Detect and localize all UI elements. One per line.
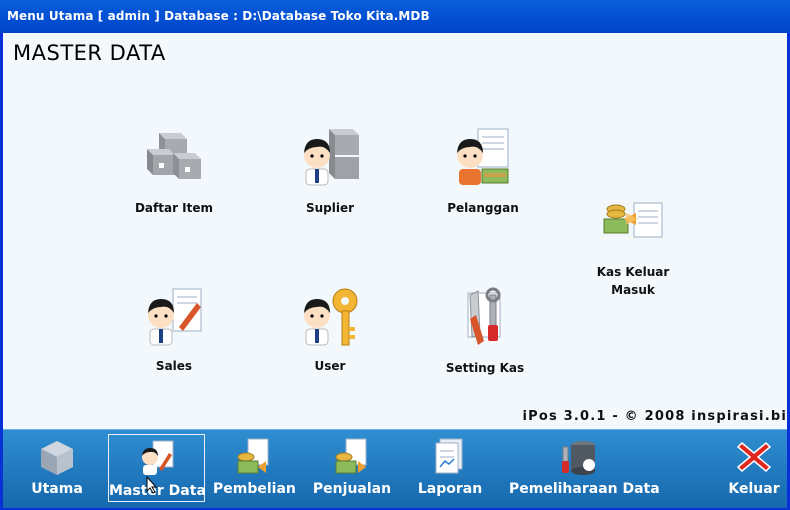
nav-label: Utama: [31, 481, 83, 497]
tools-icon: [450, 285, 520, 355]
nav-label: Keluar: [728, 481, 780, 497]
nav-utama[interactable]: Utama: [23, 430, 91, 500]
exit-icon: [734, 437, 774, 477]
menu-item-daftar-item[interactable]: Daftar Item: [114, 125, 234, 217]
menu-item-label: Daftar Item: [134, 201, 214, 215]
menu-item-label: Pelanggan: [447, 201, 519, 215]
boxes-icon: [139, 125, 209, 195]
master-data-icon: [137, 439, 177, 479]
nav-keluar[interactable]: Keluar: [723, 430, 785, 500]
menu-item-sales[interactable]: Sales: [114, 283, 234, 375]
sales-icon: [139, 283, 209, 353]
nav-label: Penjualan: [312, 481, 392, 497]
nav-label: Pemeliharaan Data: [509, 481, 660, 497]
report-icon: [430, 437, 470, 477]
title-bar[interactable]: Menu Utama [ admin ] Database : D:\Datab…: [0, 0, 790, 33]
menu-item-label: Setting Kas: [445, 361, 525, 375]
purchase-icon: [234, 437, 274, 477]
menu-item-kas-keluar-masuk[interactable]: Kas Keluar Masuk: [573, 189, 693, 299]
nav-penjualan[interactable]: Penjualan: [309, 430, 395, 500]
menu-item-pelanggan[interactable]: Pelanggan: [423, 125, 543, 217]
customer-icon: [448, 125, 518, 195]
maintenance-icon: [559, 437, 599, 477]
user-key-icon: [295, 283, 365, 353]
menu-item-suplier[interactable]: Suplier: [270, 125, 390, 217]
cash-transfer-icon: [598, 189, 668, 259]
menu-item-label: Suplier: [305, 201, 355, 215]
nav-pembelian[interactable]: Pembelian: [213, 430, 296, 500]
version-text: iPos 3.0.1 - © 2008 inspirasi.bi: [522, 409, 787, 424]
mouse-cursor-icon: [146, 476, 158, 494]
menu-item-setting-kas[interactable]: Setting Kas: [425, 285, 545, 377]
menu-item-label: Sales: [155, 359, 193, 373]
nav-laporan[interactable]: Laporan: [417, 430, 483, 500]
building-icon: [37, 437, 77, 477]
page-title: MASTER DATA: [13, 41, 166, 65]
main-panel: MASTER DATA Daftar Item Suplier Pelangga…: [3, 33, 787, 429]
window-title: Menu Utama [ admin ] Database : D:\Datab…: [7, 9, 430, 23]
nav-bar: Utama Master Data Pembelian Penjualan La…: [3, 429, 787, 508]
supplier-icon: [295, 125, 365, 195]
app-window: Menu Utama [ admin ] Database : D:\Datab…: [0, 0, 790, 510]
menu-item-label: User: [314, 359, 346, 373]
nav-label: Pembelian: [213, 481, 296, 497]
nav-pemeliharaan-data[interactable]: Pemeliharaan Data: [509, 430, 660, 500]
menu-item-label: Kas Keluar Masuk: [596, 265, 670, 297]
sales-transaction-icon: [332, 437, 372, 477]
nav-label: Laporan: [417, 481, 483, 497]
menu-item-user[interactable]: User: [270, 283, 390, 375]
